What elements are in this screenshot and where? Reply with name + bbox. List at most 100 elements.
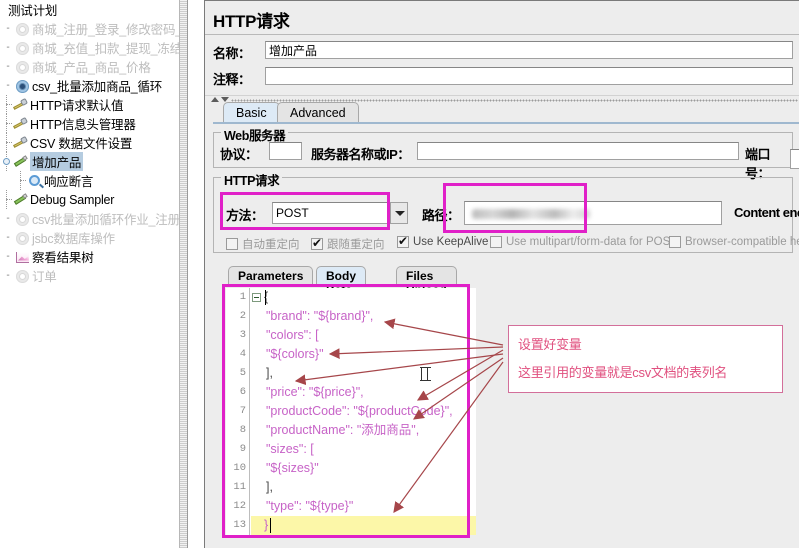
tree-item-label: 响应断言 bbox=[44, 175, 94, 189]
tree-item-view-results-tree[interactable]: - 察看结果树 bbox=[0, 247, 187, 266]
pencil-icon bbox=[12, 192, 30, 208]
tree-expander-handle[interactable] bbox=[2, 152, 12, 171]
annotation-line-1: 设置好变量 bbox=[518, 337, 582, 352]
code-line[interactable]: "${sizes}" bbox=[266, 459, 319, 478]
jmeter-window: 测试计划 - 商城_注册_登录_修改密码_冻 - 商城_充值_扣款_提现_冻结_… bbox=[0, 0, 799, 548]
checkbox-box[interactable] bbox=[226, 238, 238, 250]
method-input[interactable] bbox=[272, 202, 390, 224]
gear-icon bbox=[14, 211, 32, 227]
checkbox-use-keepalive[interactable]: Use KeepAlive bbox=[397, 234, 488, 248]
tree-item-label: jsbc数据库操作 bbox=[32, 232, 115, 246]
code-line[interactable]: "${colors}" bbox=[266, 345, 324, 364]
tree-item[interactable]: - csv批量添加循环作业_注册_登 bbox=[0, 209, 187, 228]
line-number: 10 bbox=[233, 462, 246, 474]
tab-advanced[interactable]: Advanced bbox=[277, 102, 359, 123]
checkbox-label: 自动重定向 bbox=[242, 239, 300, 251]
checkbox-auto-redirect[interactable]: 自动重定向 bbox=[226, 236, 300, 252]
wrench-icon bbox=[12, 97, 30, 113]
line-number: 9 bbox=[239, 443, 246, 455]
tree-item-debug-sampler[interactable]: Debug Sampler bbox=[0, 190, 187, 209]
tab-body-data[interactable]: Body Data bbox=[316, 266, 366, 297]
tree-item[interactable]: - 商城_产品_商品_价格 bbox=[0, 57, 187, 76]
tree-item[interactable]: HTTP信息头管理器 bbox=[0, 114, 187, 133]
tree-item[interactable]: HTTP请求默认值 bbox=[0, 95, 187, 114]
tree-item-root[interactable]: 测试计划 bbox=[0, 0, 187, 19]
tree-vertical-scrollbar[interactable] bbox=[179, 0, 187, 548]
magnifier-icon bbox=[26, 173, 44, 189]
tree-item[interactable]: - 商城_充值_扣款_提现_冻结_解 bbox=[0, 38, 187, 57]
port-input[interactable] bbox=[790, 149, 799, 169]
checkbox-box[interactable] bbox=[397, 234, 409, 248]
body-data-editor[interactable]: 1 2 3 4 5 6 7 8 9 10 11 12 13 { "brand":… bbox=[226, 288, 476, 535]
line-number: 12 bbox=[233, 500, 246, 512]
expander-icon[interactable]: - bbox=[2, 270, 14, 281]
checkbox-label: Use multipart/form-data for POST bbox=[506, 236, 678, 248]
tab-basic[interactable]: Basic bbox=[223, 102, 280, 123]
name-input[interactable] bbox=[265, 41, 793, 59]
code-line[interactable]: "productName": "添加商品", bbox=[266, 421, 419, 440]
web-server-group: Web服务器 协议： 服务器名称或IP： 端口号： bbox=[213, 125, 793, 181]
code-line[interactable]: "productCode": "${productCode}", bbox=[266, 402, 453, 421]
code-line[interactable]: "price": "${price}", bbox=[266, 383, 364, 402]
basic-advanced-tabbar[interactable]: Basic Advanced bbox=[215, 102, 799, 123]
tree-item-label: csv_批量添加商品_循环 bbox=[32, 80, 163, 94]
tree-item-label: 增加产品 bbox=[30, 152, 84, 171]
code-line[interactable]: "brand": "${brand}", bbox=[266, 307, 373, 326]
tab-parameters[interactable]: Parameters bbox=[228, 266, 314, 285]
text-caret bbox=[270, 518, 271, 533]
expander-icon[interactable]: - bbox=[2, 80, 14, 91]
tree-connector bbox=[2, 133, 12, 152]
tree-item[interactable]: CSV 数据文件设置 bbox=[0, 133, 187, 152]
annotation-line-2: 这里引用的变量就是csv文档的表列名 bbox=[518, 365, 728, 380]
line-number: 1 bbox=[239, 291, 246, 303]
expander-icon[interactable]: - bbox=[2, 213, 14, 224]
checkbox-use-multipart[interactable]: Use multipart/form-data for POST bbox=[490, 236, 677, 248]
tree-item-csv-loop[interactable]: - csv_批量添加商品_循环 bbox=[0, 76, 187, 95]
tree-connector bbox=[2, 95, 12, 114]
text-caret bbox=[265, 290, 266, 305]
code-line[interactable]: } bbox=[264, 516, 268, 535]
expander-icon[interactable]: - bbox=[2, 232, 14, 243]
server-input[interactable] bbox=[417, 142, 739, 160]
code-fold-toggle-icon[interactable] bbox=[252, 293, 261, 302]
gear-icon bbox=[14, 40, 32, 56]
comment-input[interactable] bbox=[265, 67, 793, 85]
expander-icon[interactable]: - bbox=[2, 251, 14, 262]
tree-item[interactable]: - jsbc数据库操作 bbox=[0, 228, 187, 247]
test-plan-tree[interactable]: 测试计划 - 商城_注册_登录_修改密码_冻 - 商城_充值_扣款_提现_冻结_… bbox=[0, 0, 188, 548]
tree-item-assertion[interactable]: 响应断言 bbox=[0, 171, 187, 190]
code-line[interactable]: "type": "${type}" bbox=[266, 497, 353, 516]
expander-icon[interactable]: - bbox=[2, 61, 14, 72]
http-request-group-title: HTTP请求 bbox=[221, 170, 283, 189]
protocol-label: 协议： bbox=[220, 147, 258, 162]
tree-item[interactable]: - 商城_注册_登录_修改密码_冻 bbox=[0, 19, 187, 38]
content-encoding-label: Content enco bbox=[734, 205, 799, 220]
code-line[interactable]: "sizes": [ bbox=[266, 440, 314, 459]
expander-icon[interactable]: - bbox=[2, 42, 14, 53]
annotation-note: 设置好变量 这里引用的变量就是csv文档的表列名 bbox=[508, 325, 783, 393]
http-request-group: HTTP请求 方法： 路径： Content enco 自动重定向 跟随重定向 … bbox=[213, 170, 799, 253]
expander-icon[interactable]: - bbox=[2, 23, 14, 34]
code-line[interactable]: ], bbox=[266, 364, 273, 383]
name-row: 名称： bbox=[213, 41, 793, 61]
checkbox-box[interactable] bbox=[490, 236, 502, 248]
path-value-redaction bbox=[472, 209, 590, 219]
protocol-input[interactable] bbox=[269, 142, 302, 160]
title-divider bbox=[205, 34, 799, 35]
line-number: 7 bbox=[239, 405, 246, 417]
tab-files-upload[interactable]: Files Upload bbox=[396, 266, 457, 297]
tab-underline bbox=[213, 122, 799, 124]
tree-item-add-product[interactable]: 增加产品 bbox=[0, 152, 187, 171]
checkbox-browser-compatible-headers[interactable]: Browser-compatible he bbox=[669, 236, 799, 248]
checkbox-follow-redirects[interactable]: 跟随重定向 bbox=[311, 236, 385, 252]
tree-item[interactable]: - 订单 bbox=[0, 266, 187, 285]
method-label: 方法： bbox=[226, 208, 264, 223]
tree-item-label: 订单 bbox=[32, 270, 57, 284]
chevron-down-icon[interactable] bbox=[390, 202, 408, 224]
checkbox-box[interactable] bbox=[311, 236, 323, 250]
code-line[interactable]: ], bbox=[266, 478, 273, 497]
line-number-gutter: 1 2 3 4 5 6 7 8 9 10 11 12 13 bbox=[226, 288, 250, 535]
comment-label: 注释： bbox=[213, 72, 251, 87]
code-line[interactable]: "colors": [ bbox=[266, 326, 319, 345]
checkbox-box[interactable] bbox=[669, 236, 681, 248]
